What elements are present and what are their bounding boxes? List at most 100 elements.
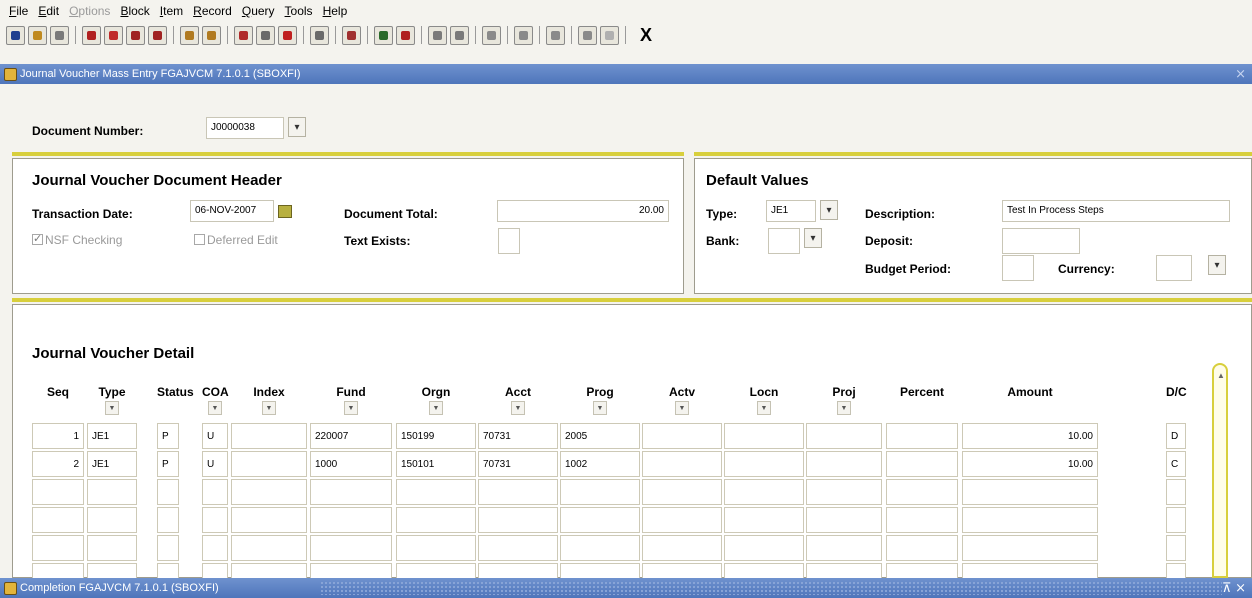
lightbulb-icon[interactable] (600, 25, 619, 45)
grid-cell-seq[interactable]: 1 (32, 423, 84, 449)
window-icon[interactable] (546, 25, 565, 45)
delete-record-icon[interactable] (278, 25, 297, 45)
count-query-icon[interactable] (450, 25, 469, 45)
grid-cell-acct[interactable]: 70731 (478, 451, 558, 477)
save-icon[interactable] (6, 25, 25, 45)
grid-cell-orgn[interactable] (396, 479, 476, 505)
nsf-checking-checkbox[interactable]: NSF Checking (32, 232, 122, 247)
grid-cell-proj[interactable] (806, 451, 882, 477)
next-block-icon[interactable] (148, 25, 167, 45)
previous-block-icon[interactable] (126, 25, 145, 45)
budget-period-input[interactable] (1002, 255, 1034, 281)
list-values-icon[interactable] (482, 25, 501, 45)
chevron-down-icon[interactable]: ▼ (593, 401, 607, 415)
grid-cell-actv[interactable] (642, 423, 722, 449)
chevron-down-icon[interactable]: ▼ (208, 401, 222, 415)
chevron-down-icon[interactable]: ▼ (511, 401, 525, 415)
menu-record[interactable]: Record (188, 4, 237, 18)
menu-block[interactable]: Block (115, 4, 154, 18)
grid-cell-percent[interactable] (886, 423, 958, 449)
menu-file[interactable]: File (4, 4, 33, 18)
doc-number-dropdown-button[interactable]: ▾ (288, 117, 306, 137)
grid-cell-seq[interactable] (32, 479, 84, 505)
bank-input[interactable] (768, 228, 800, 254)
chevron-down-icon[interactable]: ▼ (262, 401, 276, 415)
print-icon[interactable] (50, 25, 69, 45)
grid-cell-fund[interactable]: 220007 (310, 423, 392, 449)
grid-cell-index[interactable] (231, 423, 307, 449)
cancel-query-icon[interactable] (428, 25, 447, 45)
chevron-down-icon[interactable]: ▼ (837, 401, 851, 415)
grid-cell-acct[interactable] (478, 535, 558, 561)
chevron-down-icon[interactable]: ▼ (757, 401, 771, 415)
grid-cell-prog[interactable] (560, 507, 640, 533)
select-icon[interactable] (82, 25, 101, 45)
grid-cell-orgn[interactable]: 150101 (396, 451, 476, 477)
menu-query[interactable]: Query (237, 4, 280, 18)
grid-cell-status[interactable] (157, 507, 179, 533)
default-type-dropdown-button[interactable]: ▾ (820, 200, 838, 220)
enter-query-icon[interactable] (374, 25, 393, 45)
grid-cell-type[interactable] (87, 507, 137, 533)
grid-cell-proj[interactable] (806, 423, 882, 449)
menu-edit[interactable]: Edit (33, 4, 64, 18)
grid-cell-dc[interactable] (1166, 507, 1186, 533)
grid-cell-dc[interactable] (1166, 479, 1186, 505)
deferred-edit-checkbox[interactable]: Deferred Edit (194, 233, 278, 247)
grid-cell-proj[interactable] (806, 507, 882, 533)
grid-cell-seq[interactable]: 2 (32, 451, 84, 477)
grid-cell-locn[interactable] (724, 507, 804, 533)
grid-cell-seq[interactable] (32, 535, 84, 561)
grid-cell-status[interactable]: P (157, 451, 179, 477)
grid-cell-acct[interactable]: 70731 (478, 423, 558, 449)
calendar-icon[interactable] (278, 205, 292, 218)
grid-cell-type[interactable] (87, 479, 137, 505)
grid-cell-prog[interactable] (560, 479, 640, 505)
grid-cell-dc[interactable]: C (1166, 451, 1186, 477)
scroll-up-icon[interactable]: ▲ (1217, 371, 1225, 380)
bank-dropdown-button[interactable]: ▾ (804, 228, 822, 248)
grid-cell-status[interactable] (157, 479, 179, 505)
chevron-down-icon[interactable]: ▼ (675, 401, 689, 415)
grid-cell-actv[interactable] (642, 507, 722, 533)
grid-cell-amount[interactable] (962, 507, 1098, 533)
transaction-date-input[interactable]: 06-NOV-2007 (190, 200, 274, 222)
grid-cell-coa[interactable]: U (202, 423, 228, 449)
document-total-input[interactable]: 20.00 (497, 200, 669, 222)
grid-cell-amount[interactable] (962, 479, 1098, 505)
grid-cell-fund[interactable] (310, 535, 392, 561)
grid-cell-dc[interactable] (1166, 535, 1186, 561)
grid-cell-amount[interactable]: 10.00 (962, 423, 1098, 449)
previous-record-icon[interactable] (180, 25, 199, 45)
grid-cell-status[interactable]: P (157, 423, 179, 449)
grid-cell-amount[interactable]: 10.00 (962, 451, 1098, 477)
grid-cell-coa[interactable]: U (202, 451, 228, 477)
completion-title-bar[interactable]: Completion FGAJVCM 7.1.0.1 (SBOXFI) ⊼ ⨯ (0, 578, 1252, 598)
grid-cell-index[interactable] (231, 479, 307, 505)
grid-cell-orgn[interactable] (396, 507, 476, 533)
grid-cell-actv[interactable] (642, 451, 722, 477)
online-help-icon[interactable] (578, 25, 597, 45)
exit-form-icon[interactable]: X (640, 25, 652, 46)
copy-icon[interactable] (310, 25, 329, 45)
grid-cell-actv[interactable] (642, 535, 722, 561)
execute-query-icon[interactable] (396, 25, 415, 45)
grid-cell-fund[interactable] (310, 507, 392, 533)
grid-cell-percent[interactable] (886, 451, 958, 477)
grid-cell-coa[interactable] (202, 507, 228, 533)
help-icon[interactable] (514, 25, 533, 45)
menu-options[interactable]: Options (64, 4, 115, 18)
detail-scrollbar[interactable]: ▲ (1212, 363, 1228, 578)
exit-icon[interactable] (104, 25, 123, 45)
grid-cell-acct[interactable] (478, 507, 558, 533)
grid-cell-type[interactable] (87, 535, 137, 561)
restore-close-icon[interactable]: ⊼ ⨯ (1222, 580, 1246, 596)
grid-cell-fund[interactable]: 1000 (310, 451, 392, 477)
grid-cell-status[interactable] (157, 535, 179, 561)
grid-cell-prog[interactable] (560, 535, 640, 561)
grid-cell-type[interactable]: JE1 (87, 451, 137, 477)
grid-cell-proj[interactable] (806, 535, 882, 561)
grid-cell-seq[interactable] (32, 507, 84, 533)
chevron-down-icon[interactable]: ▼ (429, 401, 443, 415)
grid-cell-index[interactable] (231, 451, 307, 477)
